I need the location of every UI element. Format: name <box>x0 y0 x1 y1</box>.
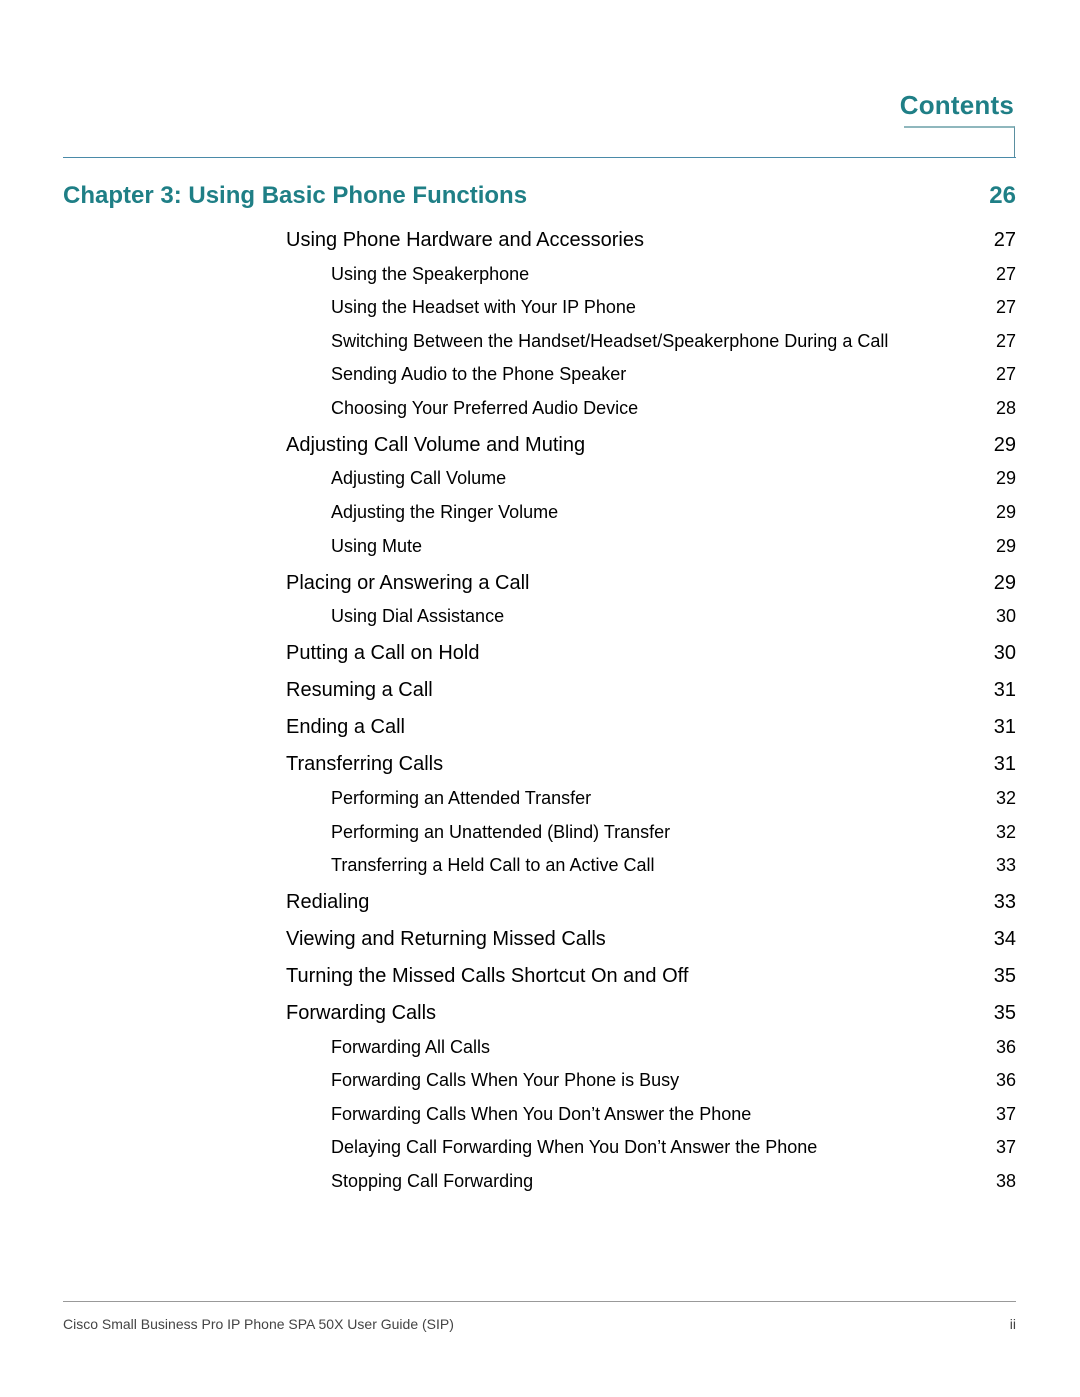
toc-subsection-entry[interactable]: Switching Between the Handset/Headset/Sp… <box>331 331 1016 352</box>
toc-subsection-entry[interactable]: Performing an Unattended (Blind) Transfe… <box>331 822 1016 843</box>
toc-subsection-entry[interactable]: Performing an Attended Transfer 32 <box>331 788 1016 809</box>
toc-entry-page[interactable]: 29 <box>996 468 1016 489</box>
toc-entry-page[interactable]: 36 <box>996 1037 1016 1058</box>
toc-entry-page[interactable]: 29 <box>996 536 1016 557</box>
toc-entry-page[interactable]: 29 <box>994 434 1016 457</box>
footer-page-number: ii <box>1009 1316 1016 1332</box>
toc-entry-title[interactable]: Forwarding Calls <box>286 1002 436 1025</box>
toc-entry-title[interactable]: Adjusting the Ringer Volume <box>331 502 558 523</box>
toc-entry-page[interactable]: 27 <box>996 264 1016 285</box>
toc-entry-title[interactable]: Forwarding Calls When Your Phone is Busy <box>331 1070 679 1091</box>
toc-entry-page[interactable]: 31 <box>994 753 1016 776</box>
toc-entry-page[interactable]: 35 <box>994 1002 1016 1025</box>
toc-entry-page[interactable]: 30 <box>994 642 1016 665</box>
toc-entry-title[interactable]: Viewing and Returning Missed Calls <box>286 928 606 951</box>
toc-entry-title[interactable]: Sending Audio to the Phone Speaker <box>331 364 626 385</box>
toc-section-entry[interactable]: Putting a Call on Hold 30 <box>286 642 1016 665</box>
toc-entry-title[interactable]: Choosing Your Preferred Audio Device <box>331 398 638 419</box>
chapter-title[interactable]: Chapter 3: Using Basic Phone Functions <box>63 182 527 210</box>
toc-entry-page[interactable]: 27 <box>996 297 1016 318</box>
toc-subsection-entry[interactable]: Using Dial Assistance 30 <box>331 606 1016 627</box>
toc-subsection-entry[interactable]: Adjusting Call Volume 29 <box>331 468 1016 489</box>
toc-entry-title[interactable]: Ending a Call <box>286 716 405 739</box>
toc-subsection-entry[interactable]: Forwarding All Calls 36 <box>331 1037 1016 1058</box>
toc-subsection-entry[interactable]: Transferring a Held Call to an Active Ca… <box>331 855 1016 876</box>
toc-entry-title[interactable]: Using Phone Hardware and Accessories <box>286 229 644 252</box>
toc-entry-title[interactable]: Switching Between the Handset/Headset/Sp… <box>331 331 888 352</box>
toc-section-entry[interactable]: Viewing and Returning Missed Calls 34 <box>286 928 1016 951</box>
footer-divider <box>63 1301 1016 1302</box>
toc-entry-title[interactable]: Using Mute <box>331 536 422 557</box>
toc-entry-title[interactable]: Redialing <box>286 891 369 914</box>
toc-entry-title[interactable]: Using Dial Assistance <box>331 606 504 627</box>
toc-entry-page[interactable]: 28 <box>996 398 1016 419</box>
toc-entry-title[interactable]: Delaying Call Forwarding When You Don’t … <box>331 1137 817 1158</box>
toc-section-entry[interactable]: Forwarding Calls 35 <box>286 1002 1016 1025</box>
toc-subsection-entry[interactable]: Delaying Call Forwarding When You Don’t … <box>331 1137 1016 1158</box>
toc-entry-title[interactable]: Putting a Call on Hold <box>286 642 479 665</box>
toc-entry-title[interactable]: Transferring Calls <box>286 753 443 776</box>
toc-entry-title[interactable]: Forwarding Calls When You Don’t Answer t… <box>331 1104 751 1125</box>
toc-entry-title[interactable]: Using the Speakerphone <box>331 264 529 285</box>
toc-entry-page[interactable]: 37 <box>996 1137 1016 1158</box>
toc-entry-page[interactable]: 29 <box>996 502 1016 523</box>
chapter-page[interactable]: 26 <box>989 182 1016 210</box>
toc-entry-page[interactable]: 31 <box>994 679 1016 702</box>
toc-entry-title[interactable]: Using the Headset with Your IP Phone <box>331 297 636 318</box>
toc-section-entry[interactable]: Adjusting Call Volume and Muting 29 <box>286 434 1016 457</box>
toc-entry-title[interactable]: Turning the Missed Calls Shortcut On and… <box>286 965 688 988</box>
toc-entry-page[interactable]: 36 <box>996 1070 1016 1091</box>
toc-section-entry[interactable]: Resuming a Call 31 <box>286 679 1016 702</box>
toc-entry-title[interactable]: Transferring a Held Call to an Active Ca… <box>331 855 654 876</box>
toc-entry-page[interactable]: 27 <box>996 364 1016 385</box>
toc-entry-title[interactable]: Forwarding All Calls <box>331 1037 490 1058</box>
toc-section-entry[interactable]: Placing or Answering a Call 29 <box>286 572 1016 595</box>
toc-entry-page[interactable]: 32 <box>996 788 1016 809</box>
toc-entry-title[interactable]: Adjusting Call Volume <box>331 468 506 489</box>
toc-entry-page[interactable]: 38 <box>996 1171 1016 1192</box>
toc-subsection-entry[interactable]: Forwarding Calls When Your Phone is Busy… <box>331 1070 1016 1091</box>
toc-subsection-entry[interactable]: Choosing Your Preferred Audio Device 28 <box>331 398 1016 419</box>
toc-entry-page[interactable]: 27 <box>994 229 1016 252</box>
chapter-entry[interactable]: Chapter 3: Using Basic Phone Functions 2… <box>63 182 1016 210</box>
toc-section-entry[interactable]: Turning the Missed Calls Shortcut On and… <box>286 965 1016 988</box>
toc-entry-page[interactable]: 27 <box>996 331 1016 352</box>
toc-section-entry[interactable]: Using Phone Hardware and Accessories 27 <box>286 229 1016 252</box>
toc-section-entry[interactable]: Redialing 33 <box>286 891 1016 914</box>
toc-subsection-entry[interactable]: Using the Headset with Your IP Phone 27 <box>331 297 1016 318</box>
toc-subsection-entry[interactable]: Sending Audio to the Phone Speaker 27 <box>331 364 1016 385</box>
toc-entry-page[interactable]: 34 <box>994 928 1016 951</box>
toc-entry-title[interactable]: Placing or Answering a Call <box>286 572 529 595</box>
toc-entry-title[interactable]: Adjusting Call Volume and Muting <box>286 434 585 457</box>
toc-entry-page[interactable]: 31 <box>994 716 1016 739</box>
toc-subsection-entry[interactable]: Adjusting the Ringer Volume 29 <box>331 502 1016 523</box>
toc-subsection-entry[interactable]: Using the Speakerphone 27 <box>331 264 1016 285</box>
toc-entry-title[interactable]: Performing an Attended Transfer <box>331 788 591 809</box>
contents-heading: Contents <box>899 90 1014 120</box>
header-decoration <box>904 126 1015 157</box>
toc-subsection-entry[interactable]: Stopping Call Forwarding 38 <box>331 1171 1016 1192</box>
footer: Cisco Small Business Pro IP Phone SPA 50… <box>63 1316 1016 1332</box>
toc-entry-page[interactable]: 33 <box>996 855 1016 876</box>
header-divider <box>63 157 1016 158</box>
toc-entry-page[interactable]: 37 <box>996 1104 1016 1125</box>
toc-entry-page[interactable]: 33 <box>994 891 1016 914</box>
toc-entry-page[interactable]: 30 <box>996 606 1016 627</box>
toc-entry-title[interactable]: Resuming a Call <box>286 679 433 702</box>
footer-document-title: Cisco Small Business Pro IP Phone SPA 50… <box>63 1316 454 1332</box>
toc-entry-page[interactable]: 32 <box>996 822 1016 843</box>
toc-entry-title[interactable]: Performing an Unattended (Blind) Transfe… <box>331 822 670 843</box>
toc-section-entry[interactable]: Ending a Call 31 <box>286 716 1016 739</box>
toc-section-entry[interactable]: Transferring Calls 31 <box>286 753 1016 776</box>
toc-entry-title[interactable]: Stopping Call Forwarding <box>331 1171 533 1192</box>
toc-entry-page[interactable]: 35 <box>994 965 1016 988</box>
toc-subsection-entry[interactable]: Forwarding Calls When You Don’t Answer t… <box>331 1104 1016 1125</box>
toc-subsection-entry[interactable]: Using Mute 29 <box>331 536 1016 557</box>
toc-entry-page[interactable]: 29 <box>994 572 1016 595</box>
